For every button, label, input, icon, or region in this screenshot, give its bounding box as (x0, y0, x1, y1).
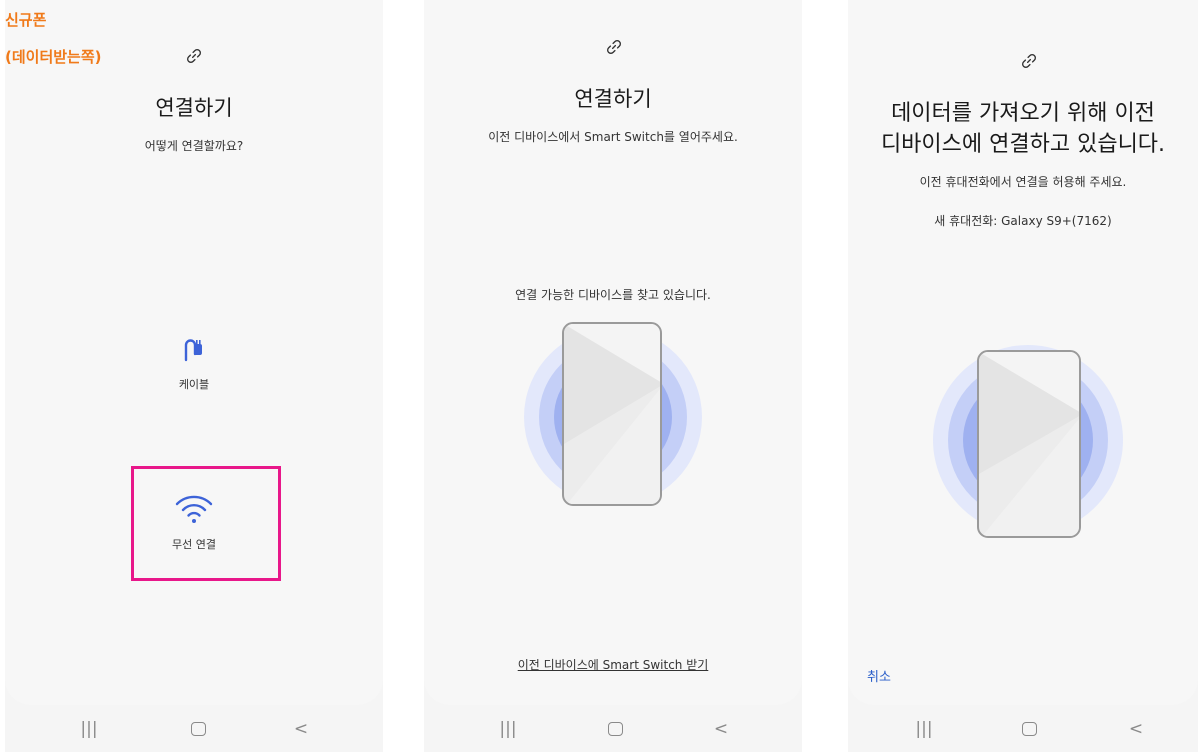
screen-card: 연결하기 어떻게 연결할까요? 케이블 무선 연결 (5, 0, 383, 705)
phone-screen-connecting: 데이터를 가져오기 위해 이전 디바이스에 연결하고 있습니다. 이전 휴대전화… (848, 0, 1198, 752)
navigation-bar: ||| < (424, 705, 802, 752)
navigation-bar: ||| < (848, 705, 1198, 752)
screen-card: 데이터를 가져오기 위해 이전 디바이스에 연결하고 있습니다. 이전 휴대전화… (848, 0, 1198, 705)
link-icon (1022, 54, 1036, 68)
page-title: 연결하기 (574, 87, 652, 111)
page-subtitle: 어떻게 연결할까요? (144, 139, 244, 153)
home-icon[interactable] (608, 722, 623, 736)
recent-apps-icon[interactable]: ||| (77, 719, 101, 739)
recent-apps-icon[interactable]: ||| (496, 719, 520, 739)
page-title: 연결하기 (155, 96, 233, 120)
home-icon[interactable] (191, 722, 206, 736)
page-subtitle: 이전 디바이스에서 Smart Switch를 열어주세요. (488, 130, 738, 144)
cancel-button[interactable]: 취소 (867, 666, 891, 685)
device-info: 새 휴대전화: Galaxy S9+(7162) (934, 214, 1112, 228)
recent-apps-icon[interactable]: ||| (912, 719, 936, 739)
link-icon (187, 49, 201, 63)
navigation-bar: ||| < (5, 705, 383, 752)
annotation-new-phone: 신규폰 (5, 11, 47, 29)
back-icon[interactable]: < (289, 719, 313, 739)
status-text: 연결 가능한 디바이스를 찾고 있습니다. (515, 288, 711, 302)
cable-option-label: 케이블 (178, 378, 210, 391)
back-icon[interactable]: < (709, 719, 733, 739)
page-title-line-1: 데이터를 가져오기 위해 이전 (891, 101, 1155, 126)
phone-icon (977, 350, 1081, 538)
page-subtitle: 이전 휴대전화에서 연결을 허용해 주세요. (919, 175, 1127, 189)
cable-option[interactable]: 케이블 (5, 336, 383, 408)
phone-screen-connect-method: 연결하기 어떻게 연결할까요? 케이블 무선 연결 신규폰 (데이터받는쪽) |… (5, 0, 383, 752)
back-icon[interactable]: < (1124, 719, 1148, 739)
phone-icon (562, 322, 662, 506)
link-icon (607, 40, 621, 54)
annotation-receiver: (데이터받는쪽) (5, 48, 102, 66)
get-smart-switch-link[interactable]: 이전 디바이스에 Smart Switch 받기 (424, 656, 802, 673)
home-icon[interactable] (1022, 722, 1037, 736)
page-title-line-2: 디바이스에 연결하고 있습니다. (880, 132, 1166, 157)
cable-icon (184, 339, 202, 362)
highlight-box (131, 466, 281, 581)
phone-screen-searching: 연결하기 이전 디바이스에서 Smart Switch를 열어주세요. 연결 가… (424, 0, 802, 752)
screen-card: 연결하기 이전 디바이스에서 Smart Switch를 열어주세요. 연결 가… (424, 0, 802, 705)
